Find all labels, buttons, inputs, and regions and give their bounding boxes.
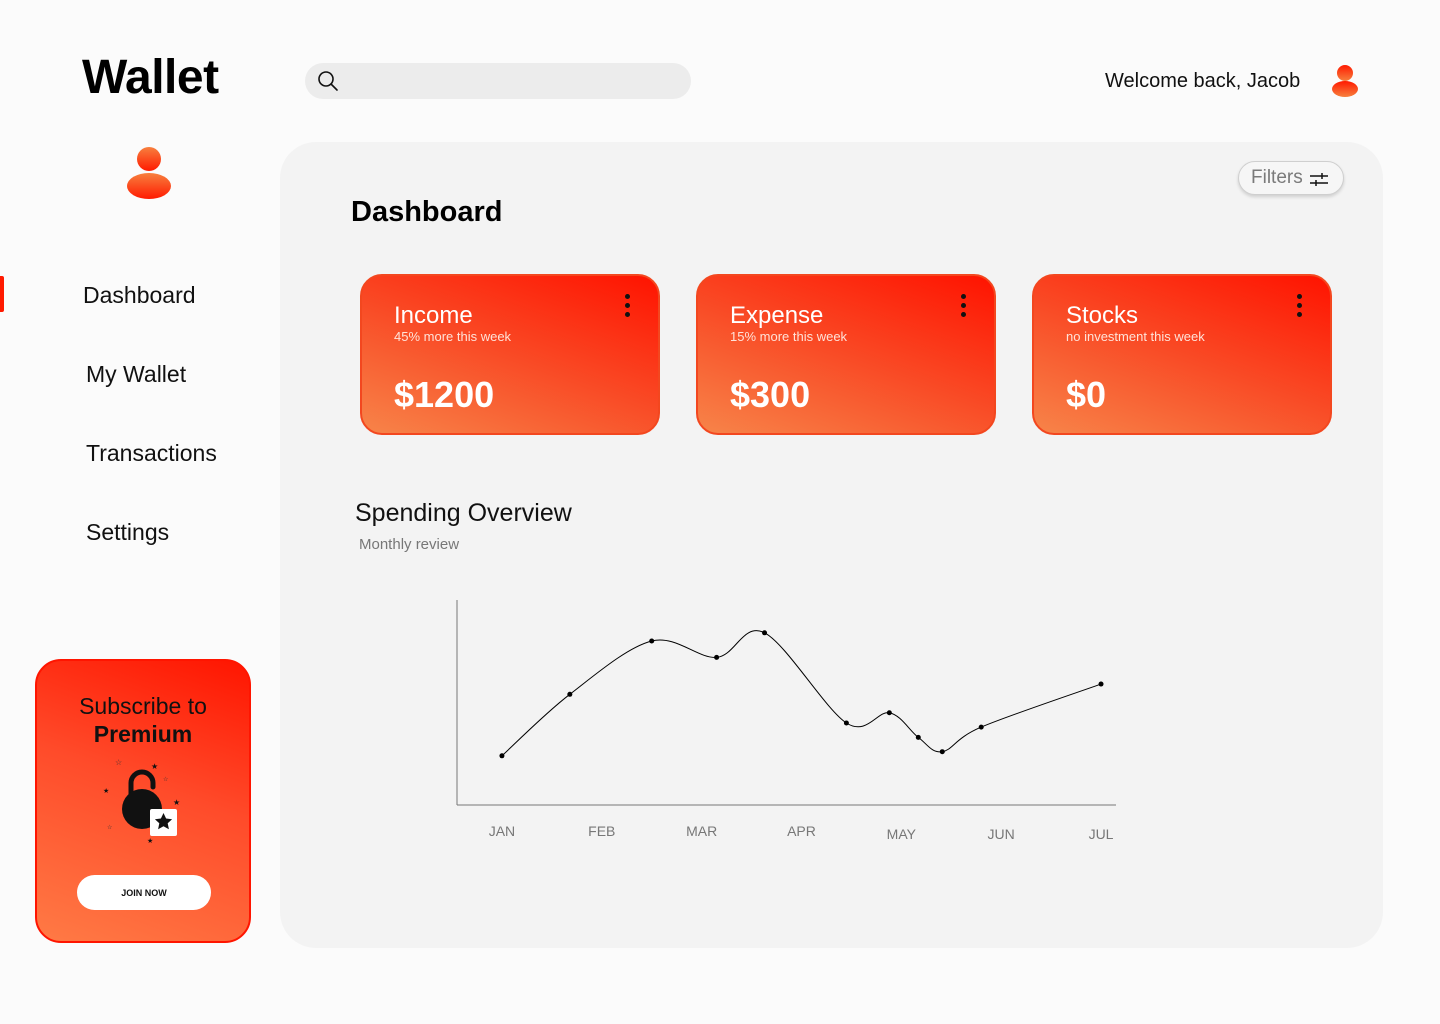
data-point[interactable]	[915, 734, 921, 740]
x-tick-label: JUL	[1089, 826, 1114, 842]
x-tick-label: MAY	[887, 826, 917, 842]
svg-text:☆: ☆	[107, 824, 112, 831]
data-point[interactable]	[843, 720, 849, 726]
user-avatar-icon[interactable]	[1331, 64, 1359, 98]
series-line	[501, 630, 1102, 757]
svg-text:☆: ☆	[163, 776, 168, 783]
search-bar[interactable]	[305, 63, 691, 101]
data-point[interactable]	[762, 630, 768, 636]
x-tick-label: JAN	[489, 823, 515, 839]
svg-text:☆: ☆	[115, 758, 122, 767]
unlock-star-icon: ☆ ★ ★ ★ ☆ ☆ ★	[103, 758, 180, 845]
svg-text:★: ★	[151, 762, 158, 771]
app-title: Wallet	[82, 51, 219, 104]
data-point[interactable]	[714, 654, 720, 660]
sidebar-item-my-wallet[interactable]: My Wallet	[86, 361, 186, 388]
join-now-button[interactable]: JOIN NOW	[77, 875, 211, 910]
x-tick-label: MAR	[686, 823, 717, 839]
premium-line-1: Subscribe to	[79, 693, 207, 719]
profile-avatar-icon[interactable]	[126, 146, 172, 200]
data-point[interactable]	[978, 724, 984, 730]
search-icon	[318, 71, 338, 91]
dashboard-panel: Filters Dashboard Income 45% more this w…	[280, 142, 1383, 948]
sidebar-item-dashboard[interactable]: Dashboard	[83, 282, 196, 309]
sidebar-item-transactions[interactable]: Transactions	[86, 440, 217, 467]
data-point[interactable]	[886, 710, 892, 716]
svg-text:★: ★	[147, 837, 153, 845]
sidebar-item-settings[interactable]: Settings	[86, 519, 169, 546]
data-point[interactable]	[939, 749, 945, 755]
premium-line-2: Premium	[93, 721, 193, 747]
svg-text:★: ★	[103, 787, 109, 795]
data-point[interactable]	[567, 691, 573, 697]
x-tick-label: FEB	[588, 823, 615, 839]
data-point[interactable]	[649, 638, 655, 644]
svg-text:★: ★	[173, 798, 180, 807]
premium-promo-card: Subscribe to Premium ☆ ★ ★ ★ ☆ ☆ ★ JOIN …	[35, 659, 251, 943]
data-point[interactable]	[499, 753, 505, 759]
active-nav-indicator	[0, 276, 4, 312]
x-tick-label: JUN	[988, 826, 1015, 842]
spending-line-chart: JAN FEB MAR APR MAY JUN JUL	[456, 600, 1116, 842]
data-point[interactable]	[1098, 681, 1104, 687]
welcome-text: Welcome back, Jacob	[1105, 70, 1301, 92]
x-tick-label: APR	[787, 823, 816, 839]
search-input[interactable]	[351, 63, 675, 101]
